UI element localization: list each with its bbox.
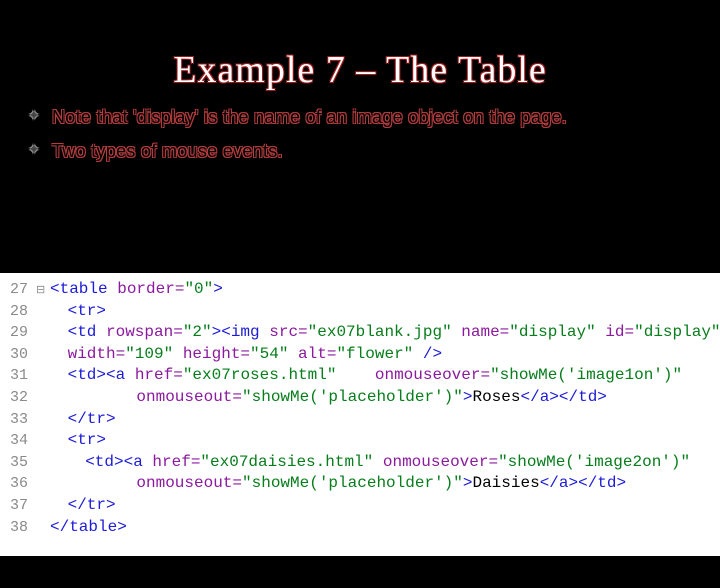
code-line: 35 <td><a href="ex07daisies.html" onmouse…	[0, 452, 720, 474]
line-number: 37	[0, 496, 36, 516]
code-line: 33 </tr>	[0, 409, 720, 431]
line-number: 36	[0, 474, 36, 494]
code-content: <table border="0">	[50, 279, 720, 301]
code-line: 31 <td><a href="ex07roses.html" onmouseov…	[0, 365, 720, 387]
slide: Example 7 – The Table Note that 'display…	[0, 48, 720, 588]
fold-icon[interactable]: ⊟	[36, 284, 50, 299]
code-content: onmouseout="showMe('placeholder')">Daisi…	[50, 473, 720, 495]
line-number: 30	[0, 345, 36, 365]
code-content: <td><a href="ex07daisies.html" onmouseov…	[50, 452, 720, 474]
slide-title: Example 7 – The Table	[0, 48, 720, 92]
line-number: 29	[0, 323, 36, 343]
code-line: 27⊟<table border="0">	[0, 279, 720, 301]
line-number: 28	[0, 302, 36, 322]
code-line: 28 <tr>	[0, 301, 720, 323]
code-content: <tr>	[50, 430, 720, 452]
line-number: 27	[0, 280, 36, 300]
line-number: 31	[0, 366, 36, 386]
code-line: 32 onmouseout="showMe('placeholder')">Ros…	[0, 387, 720, 409]
line-number: 34	[0, 431, 36, 451]
code-line: 36 onmouseout="showMe('placeholder')">Dai…	[0, 473, 720, 495]
code-content: width="109" height="54" alt="flower" />	[50, 344, 720, 366]
code-snippet: 27⊟<table border="0">28<tr>29<td rowspan…	[0, 273, 720, 556]
code-content: </table>	[50, 517, 720, 539]
code-content: <tr>	[50, 301, 720, 323]
bullet-item: Note that 'display' is the name of an im…	[28, 100, 720, 134]
line-number: 38	[0, 518, 36, 538]
code-line: 30 width="109" height="54" alt="flower" /…	[0, 344, 720, 366]
bullet-list: Note that 'display' is the name of an im…	[28, 100, 720, 168]
code-content: <td rowspan="2"><img src="ex07blank.jpg"…	[50, 322, 720, 344]
line-number: 35	[0, 453, 36, 473]
line-number: 33	[0, 410, 36, 430]
code-line: 34 <tr>	[0, 430, 720, 452]
code-content: </tr>	[50, 495, 720, 517]
line-number: 32	[0, 388, 36, 408]
code-line: 38 </table>	[0, 517, 720, 539]
code-line: 29 <td rowspan="2"><img src="ex07blank.jp…	[0, 322, 720, 344]
code-content: <td><a href="ex07roses.html" onmouseover…	[50, 365, 720, 387]
code-content: onmouseout="showMe('placeholder')">Roses…	[50, 387, 720, 409]
bullet-item: Two types of mouse events.	[28, 134, 720, 168]
code-line: 37 </tr>	[0, 495, 720, 517]
code-content: </tr>	[50, 409, 720, 431]
